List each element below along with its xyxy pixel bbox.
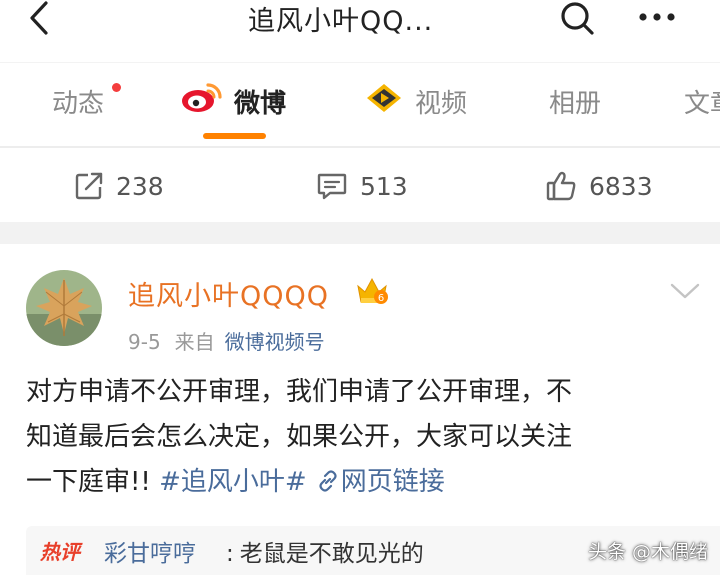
tab-label: 相册 (549, 89, 602, 119)
comment-count: 513 (360, 171, 408, 201)
more-button[interactable] (636, 0, 678, 36)
section-divider (0, 222, 720, 244)
hot-comment-user[interactable]: 彩甘哼哼 (104, 534, 196, 568)
search-button[interactable] (558, 0, 596, 38)
thumbs-up-icon (546, 171, 576, 201)
tab-article[interactable]: 文章 (684, 83, 720, 120)
source-prefix: 来自 (174, 330, 215, 354)
link-icon (319, 470, 337, 492)
hashtag-link[interactable]: #追风小叶# (159, 467, 307, 497)
weibo-post: 追风小叶QQQQ 6 9-5 来自 微博视频号 对方申请不公开审理，我们申请了公开审… (0, 244, 720, 575)
tab-dynamic[interactable]: 动态 (52, 83, 104, 120)
web-link-label: 网页链接 (340, 467, 445, 497)
hot-comment-text: : 老鼠是不敢见光的 (226, 534, 424, 568)
tab-label: 文章 (684, 89, 720, 119)
post-date: 9-5 (128, 330, 161, 354)
avatar[interactable] (26, 270, 102, 346)
source-link[interactable]: 微博视频号 (225, 330, 325, 354)
post-text-line-last: 一下庭审!! #追风小叶# 网页链接 (26, 460, 696, 505)
stats-bar: 238 513 6833 (0, 150, 720, 222)
weibo-logo-icon (182, 83, 222, 112)
active-tab-indicator (203, 133, 266, 139)
tab-label: 微博 (234, 89, 287, 119)
search-icon (561, 2, 594, 35)
author-name[interactable]: 追风小叶QQQQ (128, 274, 329, 313)
comment-button[interactable]: 513 (316, 168, 408, 204)
notification-dot (112, 83, 121, 92)
tab-weibo[interactable]: 微博 (180, 83, 286, 120)
svg-text:6: 6 (378, 293, 384, 304)
repost-button[interactable]: 238 (74, 168, 164, 204)
back-button[interactable] (22, 0, 56, 36)
post-text-line: 对方申请不公开审理，我们申请了公开审理，不 (26, 377, 573, 407)
tab-label: 动态 (52, 89, 105, 119)
hot-comment-content: 老鼠是不敢见光的 (239, 541, 424, 567)
chevron-down-icon[interactable] (668, 280, 702, 302)
vip-crown-badge-icon: 6 (357, 277, 388, 304)
post-body: 对方申请不公开审理，我们申请了公开审理，不 知道最后会怎么决定，如果公开，大家可… (26, 370, 696, 505)
tab-video[interactable]: 视频 (364, 83, 467, 120)
like-count: 6833 (589, 171, 653, 201)
more-horizontal-icon (639, 13, 675, 21)
web-link[interactable]: 网页链接 (317, 467, 445, 497)
profile-tabs: 动态 微博 视频 相册 文章 (0, 62, 720, 148)
page-title: 追风小叶QQ... (248, 6, 434, 37)
repost-icon (75, 172, 103, 200)
tab-album[interactable]: 相册 (549, 83, 601, 120)
post-text-line: 知道最后会怎么决定，如果公开，大家可以关注 (26, 422, 573, 452)
hot-comment-colon: : (226, 541, 234, 567)
top-bar: 追风小叶QQ... (0, 0, 720, 42)
watermark: 头条 @木偶绪 (588, 541, 709, 563)
like-button[interactable]: 6833 (545, 168, 653, 204)
maple-leaf-avatar-image (26, 270, 102, 346)
chevron-left-icon (30, 1, 48, 35)
post-meta: 9-5 来自 微博视频号 (128, 326, 325, 355)
tab-label: 视频 (415, 89, 468, 119)
post-text-line: 一下庭审!! (26, 467, 160, 497)
hot-comment-badge: 热评 (40, 540, 80, 564)
video-icon (367, 84, 401, 112)
comment-icon (317, 173, 347, 200)
repost-count: 238 (116, 171, 164, 201)
